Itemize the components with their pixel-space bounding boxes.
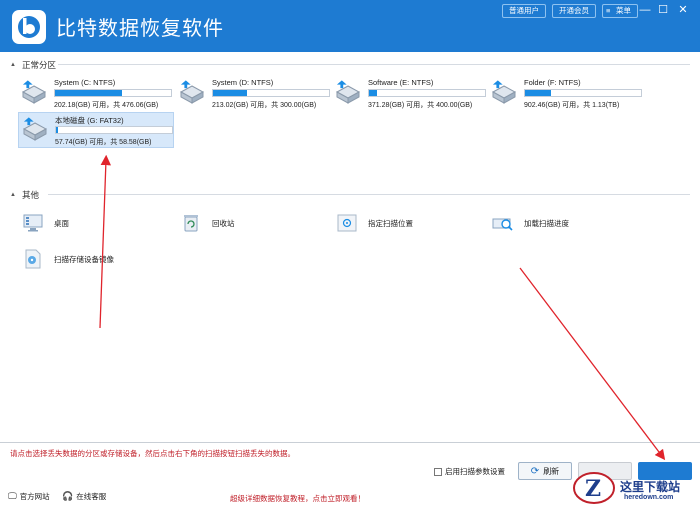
drive-capacity: 57.74(GB) 可用，共 58.58(GB) [55, 139, 152, 146]
hard-drive-icon [179, 80, 205, 104]
app-title: 比特数据恢复软件 [56, 16, 224, 40]
close-button[interactable]: ✕ [676, 3, 690, 17]
app-logo-icon [12, 10, 46, 44]
drive-usage-bar [368, 89, 486, 97]
svg-text:Z: Z [585, 476, 601, 502]
drive-usage-bar [55, 126, 173, 134]
other-item-label: 加载扫描进度 [524, 218, 569, 228]
hard-drive-icon [21, 80, 47, 104]
other-item-label: 指定扫描位置 [368, 218, 413, 228]
other-item-load-progress[interactable]: 加载扫描进度 [492, 212, 569, 234]
watermark-text: 这里下载站 [620, 480, 681, 494]
drive-usage-bar [212, 89, 330, 97]
other-item-label: 扫描存储设备镜像 [54, 254, 114, 264]
drive-usage-bar [524, 89, 642, 97]
normal-user-button[interactable]: 普通用户 [502, 4, 546, 18]
drive-usage-fill [213, 90, 247, 96]
divider [58, 64, 690, 65]
monitor-icon: 🖵 [8, 491, 17, 501]
other-item-disk-image[interactable]: 扫描存储设备镜像 [22, 248, 114, 270]
normal-partitions-header[interactable]: ▲ 正常分区 [10, 59, 56, 71]
load-progress-icon [492, 218, 513, 231]
scan-params-label: 启用扫描参数设置 [445, 467, 505, 476]
collapse-icon: ▲ [10, 62, 16, 68]
online-service-link[interactable]: 🎧 在线客服 [62, 491, 106, 502]
maximize-button[interactable]: ☐ [656, 3, 670, 17]
menu-label: 菜单 [616, 6, 631, 15]
refresh-icon: ⟳ [530, 465, 540, 477]
divider [48, 194, 690, 195]
other-header[interactable]: ▲ 其他 [10, 189, 39, 201]
section-title: 其他 [21, 190, 39, 200]
arrow-to-scan [519, 267, 666, 461]
drive-item[interactable]: Folder (F: NTFS) 902.46(GB) 可用，共 1.13(TB) [488, 76, 644, 112]
collapse-icon: ▲ [10, 192, 16, 198]
title-bar: 比特数据恢复软件 普通用户 开通会员 ≡ 菜单 — ☐ ✕ [0, 0, 700, 52]
drive-capacity: 213.02(GB) 可用，共 300.00(GB) [212, 102, 317, 109]
arrow-to-drive [99, 154, 112, 329]
refresh-label: 刷新 [543, 466, 560, 476]
other-item-label: 回收站 [212, 218, 235, 228]
drive-name: System (C: NTFS) [54, 78, 116, 87]
drive-usage-fill [56, 127, 58, 133]
scan-params-option[interactable]: 启用扫描参数设置 [434, 466, 505, 477]
other-item-scan-location[interactable]: 指定扫描位置 [336, 212, 413, 234]
minimize-button[interactable]: — [638, 3, 652, 17]
watermark-url: heredown.com [624, 494, 674, 501]
headset-icon: 🎧 [62, 491, 74, 501]
hard-drive-icon [22, 117, 48, 141]
vip-button[interactable]: 开通会员 [552, 4, 596, 18]
official-website-link[interactable]: 🖵 官方网站 [8, 491, 50, 502]
drive-usage-fill [525, 90, 551, 96]
drive-usage-fill [55, 90, 123, 96]
drive-capacity: 902.46(GB) 可用，共 1.13(TB) [524, 102, 620, 109]
menu-icon: ≡ [606, 6, 611, 15]
drive-usage-fill [369, 90, 378, 96]
drive-capacity: 371.28(GB) 可用，共 400.00(GB) [368, 102, 473, 109]
other-item-label: 桌面 [54, 218, 69, 228]
other-item-recycle-bin[interactable]: 回收站 [180, 212, 235, 234]
section-title: 正常分区 [21, 60, 56, 70]
drive-name: System (D: NTFS) [212, 78, 274, 87]
recycle-bin-icon [184, 215, 198, 232]
service-label: 在线客服 [76, 492, 107, 501]
hard-drive-icon [491, 80, 517, 104]
tutorial-promo-link[interactable]: 超级详细数据恢复教程，点击立即观看！ [230, 493, 365, 504]
watermark: Z 这里下载站 heredown.com [568, 466, 700, 508]
hint-text: 请点击选择丢失数据的分区或存储设备，然后点击右下角的扫描按钮扫描丢失的数据。 [10, 449, 295, 458]
refresh-button[interactable]: ⟳ 刷新 [518, 462, 572, 480]
disk-image-icon [25, 249, 41, 269]
menu-button[interactable]: ≡ 菜单 [602, 4, 638, 18]
scan-params-checkbox[interactable] [434, 467, 442, 476]
watermark-logo-icon: Z [573, 472, 615, 504]
drive-item[interactable]: System (C: NTFS) 202.18(GB) 可用，共 476.06(G… [18, 76, 174, 112]
drive-name: Software (E: NTFS) [368, 78, 434, 87]
drive-capacity: 202.18(GB) 可用，共 476.06(GB) [54, 102, 159, 109]
drive-name: Folder (F: NTFS) [524, 78, 581, 87]
drive-name: 本地磁盘 (G: FAT32) [55, 116, 124, 125]
bottom-divider [0, 442, 700, 443]
drive-item[interactable]: Software (E: NTFS) 371.28(GB) 可用，共 400.00… [332, 76, 488, 112]
drive-item[interactable]: 本地磁盘 (G: FAT32) 57.74(GB) 可用，共 58.58(GB) [18, 112, 174, 148]
website-label: 官方网站 [19, 492, 50, 501]
drive-usage-bar [54, 89, 172, 97]
drive-item[interactable]: System (D: NTFS) 213.02(GB) 可用，共 300.00(G… [176, 76, 332, 112]
hard-drive-icon [335, 80, 361, 104]
folder-target-icon [337, 214, 357, 232]
other-item-desktop[interactable]: 桌面 [22, 212, 69, 234]
desktop-icon [23, 214, 43, 232]
